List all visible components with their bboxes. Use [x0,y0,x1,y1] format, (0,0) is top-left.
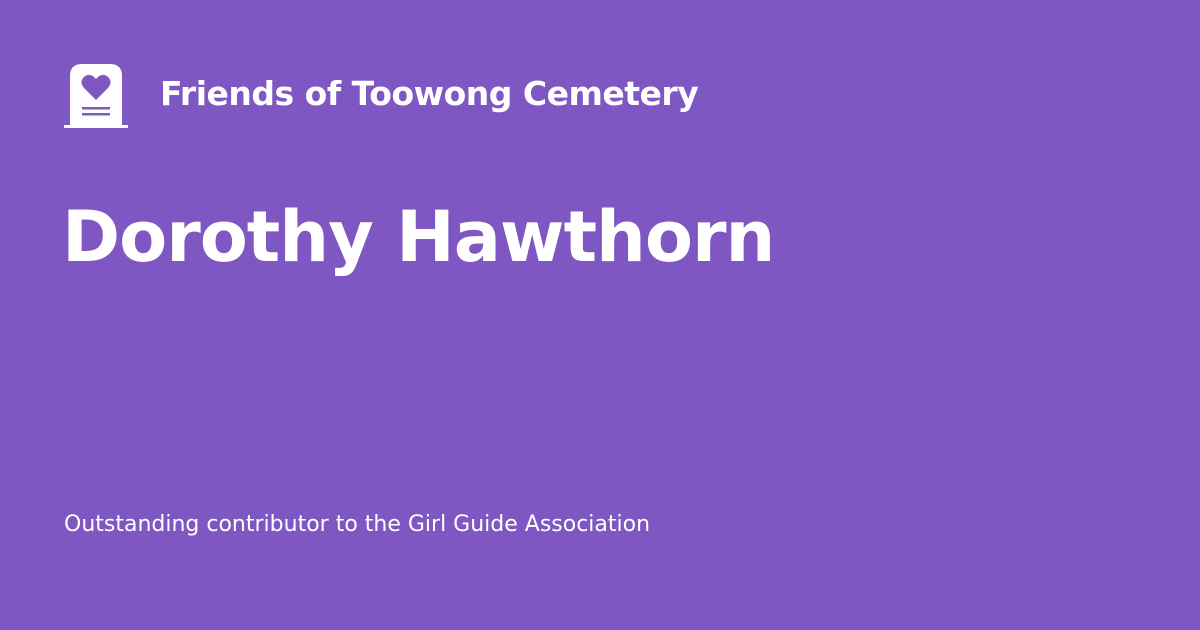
page-description: Outstanding contributor to the Girl Guid… [64,512,651,537]
site-name: Friends of Toowong Cemetery [160,74,699,113]
page-title: Dorothy Hawthorn [62,196,775,278]
tombstone-heart-icon [64,64,128,128]
